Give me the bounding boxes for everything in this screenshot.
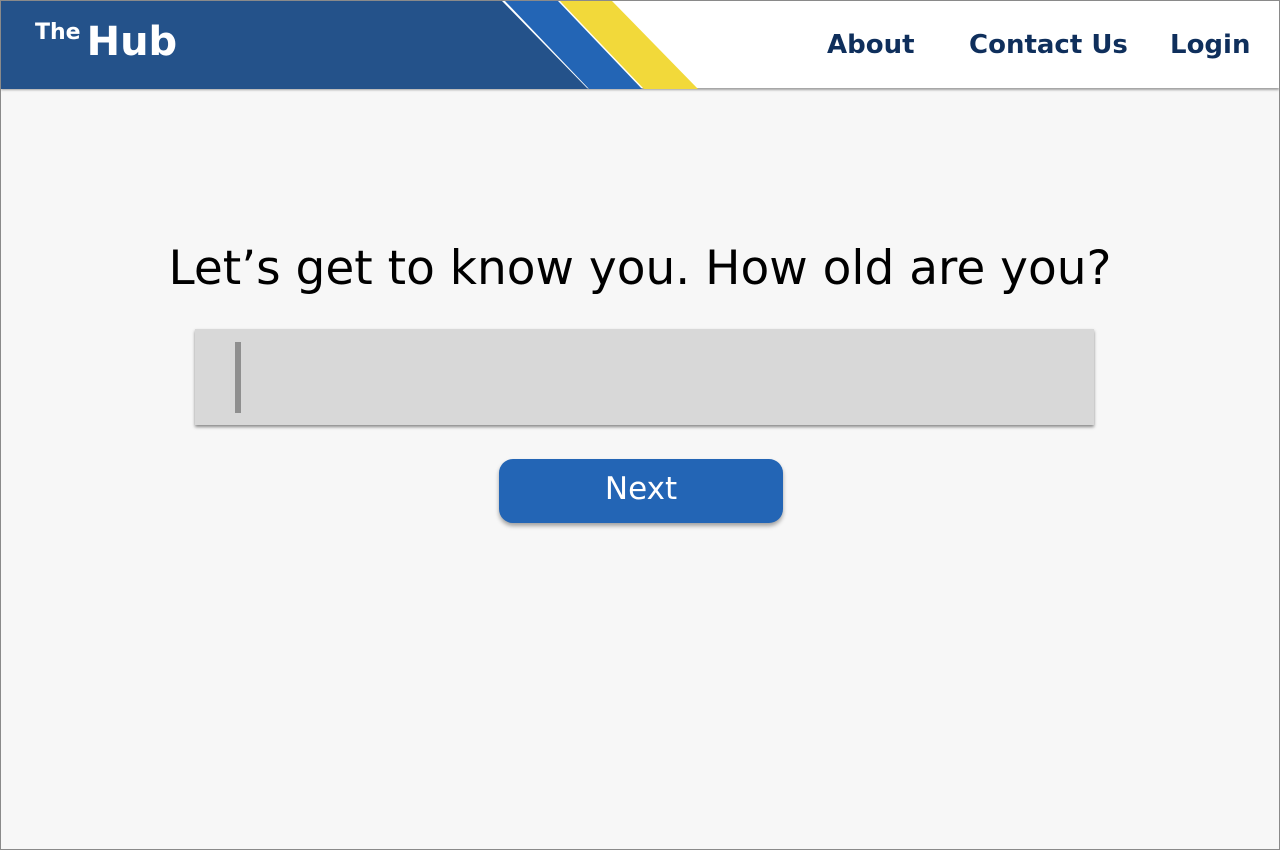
next-button[interactable]: Next (499, 459, 783, 523)
page: The Hub About Contact Us Login Let’s get … (0, 0, 1280, 850)
age-input-field[interactable] (195, 329, 1094, 425)
nav-login-link[interactable]: Login (1170, 30, 1250, 60)
nav-about-link[interactable]: About (827, 30, 915, 60)
nav-contact-us-link[interactable]: Contact Us (969, 30, 1128, 60)
age-question-heading: Let’s get to know you. How old are you? (168, 241, 1112, 296)
site-logo[interactable]: The Hub (35, 19, 177, 65)
text-cursor (235, 342, 241, 413)
top-navigation-bar: The Hub About Contact Us Login (1, 1, 1279, 89)
logo-hub-text: Hub (86, 19, 178, 65)
logo-the-text: The (35, 20, 81, 45)
